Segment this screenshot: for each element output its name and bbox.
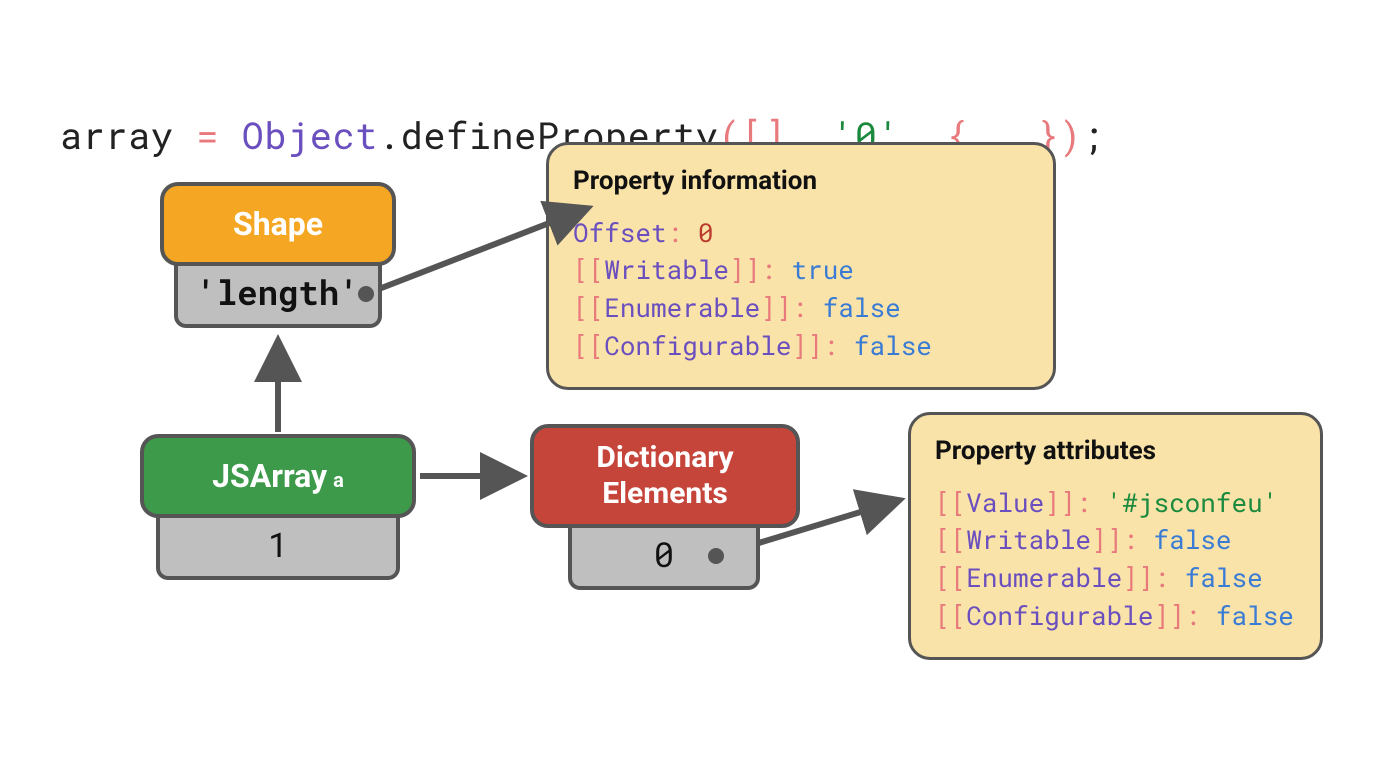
code-rparen: ) [1059,111,1082,160]
panel1-offset-row: Offset: 0 [573,215,1029,253]
panel2-writable-row: [[Writable]]: false [935,522,1296,560]
jsarray-box: JSArray a [140,434,416,518]
jsarray-label: JSArray [212,457,327,495]
dictionary-line2: Elements [602,476,728,512]
dictionary-value-box: 0 [568,522,760,590]
shape-box: Shape [160,182,396,266]
code-semi: ; [1082,111,1105,160]
property-information-panel: Property information Offset: 0 [[Writabl… [546,142,1056,390]
panel2-value-key: Value [966,486,1044,520]
shape-length-box: 'length' [174,260,382,328]
panel1-enumerable-val: false [823,291,901,325]
panel2-enumerable-val: false [1185,561,1263,595]
shape-label: Shape [233,205,323,243]
panel1-writable-row: [[Writable]]: true [573,252,1029,290]
connector-dot-length [358,286,374,302]
jsarray-value: 1 [268,522,288,567]
panel1-configurable-key: Configurable [604,329,791,363]
code-assign: = [174,111,242,160]
panel1-offset-key: Offset [573,216,667,250]
code-dot: . [378,111,401,160]
dictionary-value: 0 [654,532,674,577]
panel2-title: Property attributes [935,433,1296,471]
panel1-writable-key: Writable [604,253,729,287]
panel2-value-val: '#jsconfeu' [1107,486,1279,520]
jsarray-value-box: 1 [156,512,400,580]
connector-dot-zero [708,548,724,564]
panel1-enumerable-key: Enumerable [604,291,760,325]
property-attributes-panel: Property attributes [[Value]]: '#jsconfe… [908,412,1323,660]
panel2-value-row: [[Value]]: '#jsconfeu' [935,485,1296,523]
code-object: Object [242,111,378,160]
dictionary-line1: Dictionary [596,440,733,476]
panel1-title: Property information [573,163,1029,201]
panel2-writable-val: false [1153,523,1231,557]
panel2-configurable-row: [[Configurable]]: false [935,598,1296,636]
panel1-writable-val: true [791,253,853,287]
dictionary-box: Dictionary Elements [530,424,800,528]
shape-length-text: 'length' [196,270,359,315]
panel2-enumerable-row: [[Enumerable]]: false [935,560,1296,598]
code-var: array [60,111,174,160]
panel1-configurable-row: [[Configurable]]: false [573,328,1029,366]
panel1-configurable-val: false [854,329,932,363]
jsarray-sub: a [333,468,344,492]
panel2-enumerable-key: Enumerable [966,561,1122,595]
panel2-configurable-key: Configurable [966,599,1153,633]
panel2-configurable-val: false [1216,599,1294,633]
panel1-offset-val: 0 [698,216,714,250]
panel1-enumerable-row: [[Enumerable]]: false [573,290,1029,328]
panel2-writable-key: Writable [966,523,1091,557]
